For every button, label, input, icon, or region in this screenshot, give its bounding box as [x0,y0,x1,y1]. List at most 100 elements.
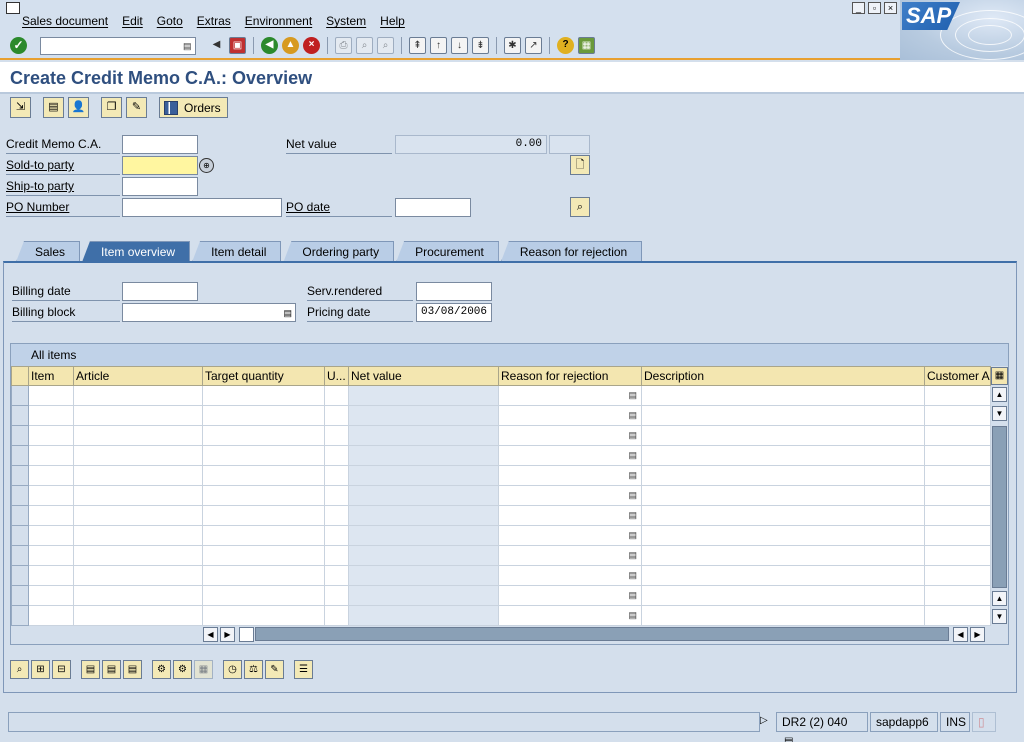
reason-for-rejection-cell[interactable]: ▤ [498,585,642,606]
delete-row-icon[interactable]: ⊟ [52,660,71,679]
target-quantity-cell[interactable] [202,485,325,506]
reason-for-rejection-cell[interactable]: ▤ [498,485,642,506]
unit-cell[interactable] [324,385,349,406]
customer-cell[interactable] [924,465,991,486]
tab-reason-for-rejection[interactable]: Reason for rejection [500,241,643,262]
column-header-article[interactable]: Article [73,366,203,386]
row-selector[interactable] [11,505,29,526]
description-cell[interactable] [641,565,925,586]
item-cell[interactable] [28,585,74,606]
exit-icon[interactable]: ▲ [282,37,299,54]
cancel-icon[interactable]: × [303,37,320,54]
customer-cell[interactable] [924,525,991,546]
item-details-icon[interactable]: ⌕ [10,660,29,679]
scroll-up-icon[interactable]: ▼ [992,406,1007,421]
edit-text-icon[interactable]: ✎ [265,660,284,679]
article-cell[interactable] [73,405,203,426]
header-details-icon[interactable]: ▤ [43,97,64,118]
target-quantity-cell[interactable] [202,445,325,466]
dropdown-icon[interactable]: ▤ [628,610,637,621]
reason-for-rejection-cell[interactable]: ▤ [498,565,642,586]
row-selector[interactable] [11,445,29,466]
target-quantity-cell[interactable] [202,565,325,586]
unit-cell[interactable] [324,605,349,626]
orders-button[interactable]: Orders [159,97,228,118]
article-cell[interactable] [73,465,203,486]
row-selector[interactable] [11,545,29,566]
po-date-label[interactable]: PO date [286,197,392,217]
description-cell[interactable] [641,385,925,406]
create-customer-icon[interactable]: ⊕ [199,158,214,173]
description-cell[interactable] [641,465,925,486]
article-cell[interactable] [73,385,203,406]
dropdown-icon[interactable]: ▤ [628,390,637,401]
item-cell[interactable] [28,385,74,406]
help-icon[interactable]: ? [557,37,574,54]
billing-block-field[interactable]: ▤ [122,303,296,322]
dropdown-icon[interactable]: ▤ [628,450,637,461]
tab-procurement[interactable]: Procurement [396,241,499,262]
item-cell[interactable] [28,565,74,586]
description-cell[interactable] [641,605,925,626]
find-icon[interactable]: ⌕ [356,37,373,54]
menu-help[interactable]: Help [380,14,405,28]
document-icon[interactable]: 🗋 [570,155,590,175]
target-quantity-cell[interactable] [202,505,325,526]
structure-icon[interactable]: ⚙ [173,660,192,679]
command-field[interactable]: ▤ [40,37,196,55]
column-header-target-quantity[interactable]: Target quantity [202,366,325,386]
enter-icon[interactable]: ✓ [10,37,27,54]
item-cell[interactable] [28,465,74,486]
unit-cell[interactable] [324,445,349,466]
availability-icon[interactable]: ◷ [223,660,242,679]
customer-cell[interactable] [924,405,991,426]
dropdown-icon[interactable]: ▤ [628,510,637,521]
item-cell[interactable] [28,405,74,426]
select-all-header[interactable] [11,366,29,386]
description-cell[interactable] [641,485,925,506]
item-cell[interactable] [28,525,74,546]
reason-for-rejection-cell[interactable]: ▤ [498,425,642,446]
target-quantity-cell[interactable] [202,465,325,486]
item-cell[interactable] [28,605,74,626]
dropdown-icon[interactable]: ▤ [628,470,637,481]
next-page-icon[interactable]: ↓ [451,37,468,54]
status-system-info[interactable]: DR2 (2) 040 ▤ [776,712,868,742]
description-cell[interactable] [641,445,925,466]
sold-to-party-label[interactable]: Sold-to party [6,155,120,175]
item-cell[interactable] [28,445,74,466]
reason-for-rejection-cell[interactable]: ▤ [498,605,642,626]
description-cell[interactable] [641,405,925,426]
reason-for-rejection-cell[interactable]: ▤ [498,445,642,466]
sold-to-party-field[interactable] [122,156,198,175]
column-header-item[interactable]: Item [28,366,74,386]
target-quantity-cell[interactable] [202,605,325,626]
partner-icon[interactable]: 👤 [68,97,89,118]
menu-system[interactable]: System [326,14,366,28]
unit-cell[interactable] [324,585,349,606]
menu-goto[interactable]: Goto [157,14,183,28]
print-icon[interactable]: ⎙ [335,37,352,54]
target-quantity-cell[interactable] [202,585,325,606]
item-cell[interactable] [28,505,74,526]
dropdown-icon[interactable]: ▤ [283,306,292,323]
reason-for-rejection-cell[interactable]: ▤ [498,525,642,546]
pricing-icon[interactable]: ⚖ [244,660,263,679]
item-cell[interactable] [28,485,74,506]
reason-for-rejection-cell[interactable]: ▤ [498,545,642,566]
dropdown-icon[interactable]: ▤ [628,550,637,561]
ship-to-party-label[interactable]: Ship-to party [6,176,120,196]
collapse-icon[interactable]: ◀ [208,37,225,54]
scroll-right-page-icon[interactable]: ▶ [220,627,235,642]
display-po-icon[interactable]: ⌕ [570,197,590,217]
row-selector[interactable] [11,485,29,506]
save-icon[interactable]: ▣ [229,37,246,54]
dropdown-icon[interactable]: ▤ [628,410,637,421]
customer-cell[interactable] [924,445,991,466]
scroll-down-icon[interactable]: ▲ [992,591,1007,606]
select-all-icon[interactable]: ▤ [81,660,100,679]
target-quantity-cell[interactable] [202,385,325,406]
column-header-net-value[interactable]: Net value [348,366,499,386]
column-header-reason-for-rejection[interactable]: Reason for rejection [498,366,642,386]
target-quantity-cell[interactable] [202,425,325,446]
